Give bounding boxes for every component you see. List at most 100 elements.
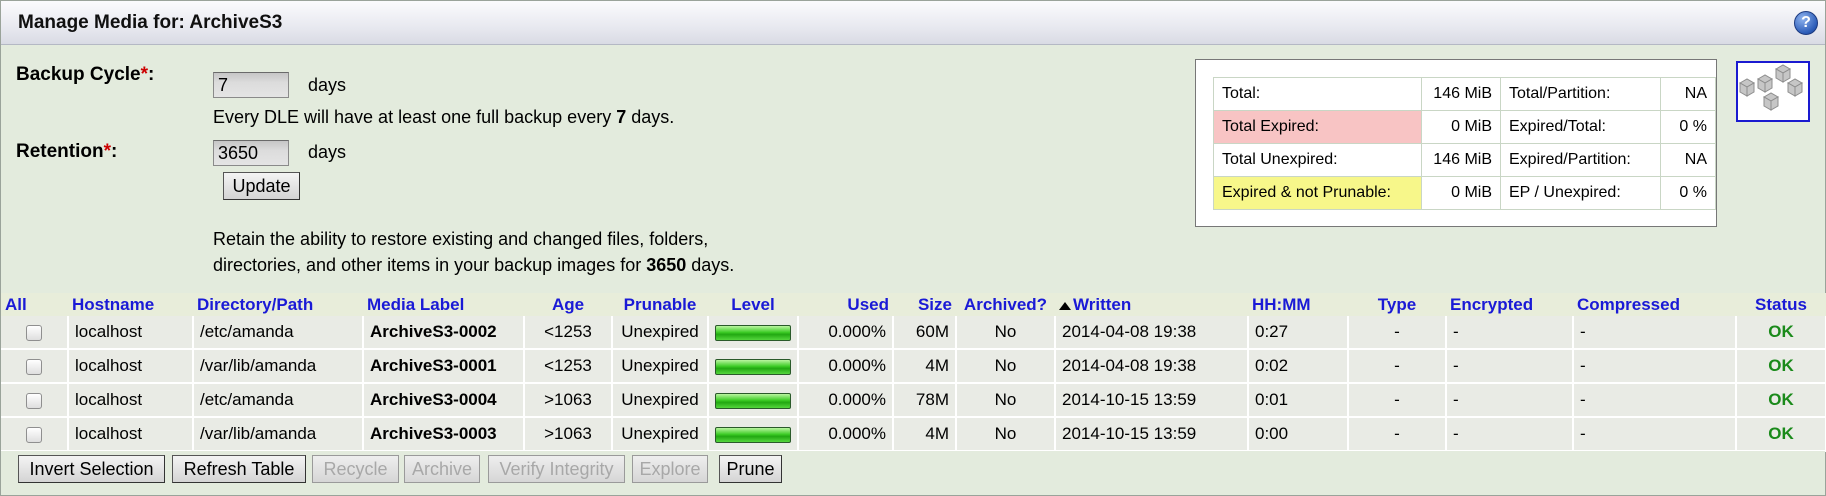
level-bar xyxy=(715,324,791,341)
row-written: 2014-10-15 13:59 xyxy=(1055,417,1249,452)
backup-cycle-note: Every DLE will have at least one full ba… xyxy=(213,107,675,127)
checkbox-icon[interactable] xyxy=(26,358,42,375)
row-prunable: Unexpired xyxy=(612,417,709,452)
row-status: OK xyxy=(1736,383,1826,418)
row-encrypted: - xyxy=(1446,417,1574,452)
refresh-table-button[interactable]: Refresh Table xyxy=(172,455,306,483)
row-media-label: ArchiveS3-0001 xyxy=(363,349,525,384)
media-cubes-icon[interactable] xyxy=(1736,61,1810,122)
col-media-label[interactable]: Media Label xyxy=(363,293,524,316)
manage-media-panel: Manage Media for: ArchiveS3 ? Backup Cyc… xyxy=(0,0,1826,496)
checkbox-icon[interactable] xyxy=(26,426,42,443)
stat-expired-partition-value: NA xyxy=(1660,143,1716,177)
checkbox-icon[interactable] xyxy=(26,324,42,341)
stat-expired-value: 0 MiB xyxy=(1421,110,1501,144)
col-size[interactable]: Size xyxy=(893,293,956,316)
row-age: >1063 xyxy=(524,383,613,418)
col-hhmm[interactable]: HH:MM xyxy=(1248,293,1348,316)
retention-input[interactable] xyxy=(213,140,289,166)
stat-ep-unexpired-label: EP / Unexpired: xyxy=(1500,176,1661,210)
col-compressed[interactable]: Compressed xyxy=(1573,293,1736,316)
col-used[interactable]: Used xyxy=(798,293,893,316)
row-size: 60M xyxy=(893,316,957,350)
row-compressed: - xyxy=(1573,417,1737,452)
prune-button[interactable]: Prune xyxy=(719,455,782,483)
recycle-button[interactable]: Recycle xyxy=(312,455,399,483)
row-hostname: localhost xyxy=(68,417,194,452)
row-type: - xyxy=(1348,383,1447,418)
col-written[interactable]: Written xyxy=(1055,293,1248,316)
row-path: /var/lib/amanda xyxy=(193,349,364,384)
table-row[interactable]: localhost /etc/amanda ArchiveS3-0004 >10… xyxy=(1,383,1826,418)
invert-selection-button[interactable]: Invert Selection xyxy=(18,455,165,483)
help-icon[interactable]: ? xyxy=(1794,11,1818,35)
checkbox-icon[interactable] xyxy=(26,392,42,409)
row-checkbox[interactable] xyxy=(1,383,69,418)
row-archived: No xyxy=(956,383,1056,418)
stat-total-partition-label: Total/Partition: xyxy=(1500,77,1661,111)
row-used: 0.000% xyxy=(798,417,894,452)
row-media-label: ArchiveS3-0003 xyxy=(363,417,525,452)
row-used: 0.000% xyxy=(798,316,894,350)
table-row[interactable]: localhost /etc/amanda ArchiveS3-0002 <12… xyxy=(1,316,1826,350)
stat-expired-total-label: Expired/Total: xyxy=(1500,110,1661,144)
row-compressed: - xyxy=(1573,349,1737,384)
row-archived: No xyxy=(956,316,1056,350)
level-bar xyxy=(715,392,791,409)
row-checkbox[interactable] xyxy=(1,349,69,384)
row-age: >1063 xyxy=(524,417,613,452)
row-level xyxy=(708,316,799,350)
row-checkbox[interactable] xyxy=(1,417,69,452)
media-statistics: Total: 146 MiB Total/Partition: NA Total… xyxy=(1195,59,1717,227)
row-prunable: Unexpired xyxy=(612,349,709,384)
row-compressed: - xyxy=(1573,383,1737,418)
stat-notprunable-value: 0 MiB xyxy=(1421,176,1501,210)
col-hostname[interactable]: Hostname xyxy=(68,293,193,316)
row-hostname: localhost xyxy=(68,349,194,384)
row-status: OK xyxy=(1736,417,1826,452)
row-archived: No xyxy=(956,417,1056,452)
row-used: 0.000% xyxy=(798,383,894,418)
stat-unexpired-label: Total Unexpired: xyxy=(1213,143,1422,177)
row-path: /var/lib/amanda xyxy=(193,417,364,452)
row-checkbox[interactable] xyxy=(1,316,69,350)
archive-button[interactable]: Archive xyxy=(404,455,480,483)
row-media-label: ArchiveS3-0004 xyxy=(363,383,525,418)
col-archived[interactable]: Archived? xyxy=(956,293,1055,316)
media-table: All Hostname Directory/Path Media Label … xyxy=(1,293,1826,452)
row-written: 2014-04-08 19:38 xyxy=(1055,316,1249,350)
stat-expired-total-value: 0 % xyxy=(1660,110,1716,144)
row-type: - xyxy=(1348,349,1447,384)
verify-integrity-button[interactable]: Verify Integrity xyxy=(488,455,625,483)
table-row[interactable]: localhost /var/lib/amanda ArchiveS3-0003… xyxy=(1,417,1826,452)
row-status: OK xyxy=(1736,316,1826,350)
backup-cycle-input[interactable] xyxy=(213,72,289,98)
stat-total-partition-value: NA xyxy=(1660,77,1716,111)
table-row[interactable]: localhost /var/lib/amanda ArchiveS3-0001… xyxy=(1,349,1826,384)
row-hhmm: 0:27 xyxy=(1248,316,1349,350)
retention-label: Retention*: xyxy=(16,141,118,162)
update-button[interactable]: Update xyxy=(223,172,300,200)
col-level[interactable]: Level xyxy=(708,293,798,316)
row-hostname: localhost xyxy=(68,316,194,350)
stat-ep-unexpired-value: 0 % xyxy=(1660,176,1716,210)
col-type[interactable]: Type xyxy=(1348,293,1446,316)
col-encrypted[interactable]: Encrypted xyxy=(1446,293,1573,316)
retention-unit: days xyxy=(308,142,347,162)
explore-button[interactable]: Explore xyxy=(632,455,708,483)
col-status[interactable]: Status xyxy=(1736,293,1826,316)
col-age[interactable]: Age xyxy=(524,293,612,316)
row-size: 4M xyxy=(893,349,957,384)
stat-expired-label: Total Expired: xyxy=(1213,110,1422,144)
col-prunable[interactable]: Prunable xyxy=(612,293,708,316)
table-header-row: All Hostname Directory/Path Media Label … xyxy=(1,293,1826,316)
row-hhmm: 0:02 xyxy=(1248,349,1349,384)
row-size: 4M xyxy=(893,417,957,452)
col-all[interactable]: All xyxy=(1,293,68,316)
stat-expired-partition-label: Expired/Partition: xyxy=(1500,143,1661,177)
row-written: 2014-04-08 19:38 xyxy=(1055,349,1249,384)
level-bar xyxy=(715,426,791,443)
row-age: <1253 xyxy=(524,316,613,350)
row-archived: No xyxy=(956,349,1056,384)
col-path[interactable]: Directory/Path xyxy=(193,293,363,316)
